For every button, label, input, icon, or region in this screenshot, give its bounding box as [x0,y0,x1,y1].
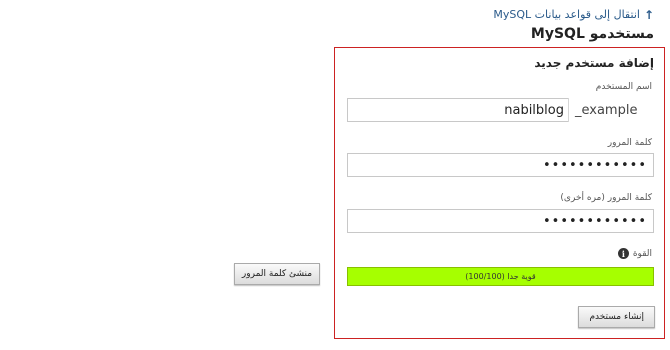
page: ↑ انتقال إلى قواعد بيانات MySQL مستخدمو … [0,0,670,350]
password-generator-button[interactable]: منشئ كلمة المرور [234,263,320,285]
username-prefix: _example [568,98,654,122]
password-again-input[interactable] [347,209,654,233]
password-input[interactable] [347,153,654,177]
back-link-label[interactable]: انتقال إلى قواعد بيانات MySQL [493,8,640,21]
panel-title: إضافة مستخدم جديد [534,56,654,70]
password-label: كلمة المرور [607,138,652,148]
username-input[interactable] [347,98,571,122]
add-user-panel: إضافة مستخدم جديد اسم المستخدم _example … [334,47,665,339]
username-label: اسم المستخدم [595,82,652,92]
strength-meter-fill: قوية جدا (100/100) [348,268,653,285]
back-to-databases-link[interactable]: ↑ انتقال إلى قواعد بيانات MySQL [493,8,654,21]
password-again-label: كلمة المرور (مره أخرى) [560,193,652,203]
strength-label-row: القوة i [617,248,652,259]
strength-text: قوية جدا (100/100) [465,272,536,281]
arrow-up-icon: ↑ [643,7,654,22]
strength-label: القوة [632,248,652,259]
info-icon[interactable]: i [617,248,629,259]
create-user-button[interactable]: إنشاء مستخدم [578,306,655,328]
username-row: _example [347,98,654,122]
strength-meter: قوية جدا (100/100) [347,267,654,286]
page-title: مستخدمو MySQL [530,26,654,42]
